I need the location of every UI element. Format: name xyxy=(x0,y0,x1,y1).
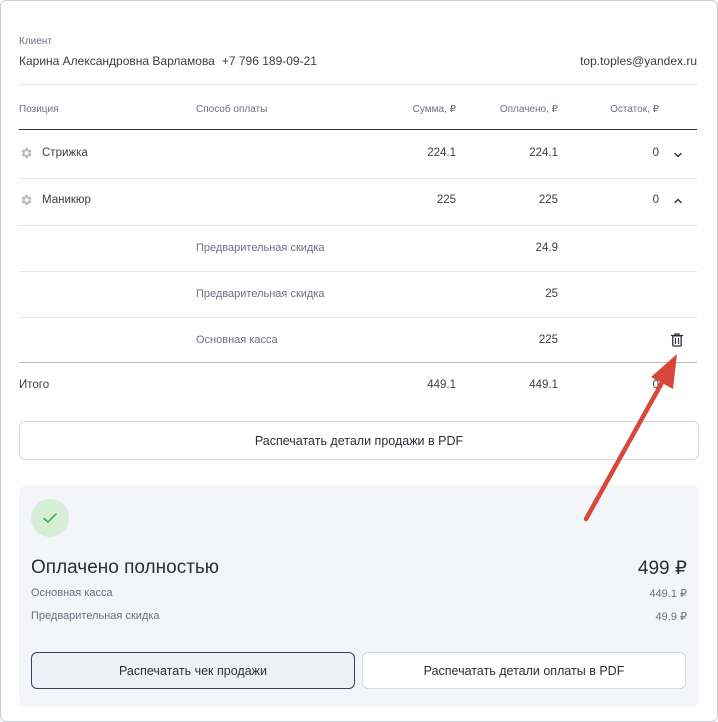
header-divider xyxy=(19,129,697,130)
subrow-method: Основная касса xyxy=(196,334,278,346)
header-paid: Оплачено, ₽ xyxy=(499,104,558,115)
row-sum: 224.1 xyxy=(427,147,456,159)
divider xyxy=(19,84,697,85)
total-label: Итого xyxy=(19,379,50,391)
subrow-paid: 25 xyxy=(545,288,558,300)
check-icon xyxy=(43,513,57,523)
chevron-down-icon[interactable] xyxy=(672,149,684,161)
subrow-method: Предварительная скидка xyxy=(196,288,325,300)
divider xyxy=(19,362,697,363)
divider xyxy=(19,178,697,179)
total-sum: 449.1 xyxy=(427,379,456,391)
subrow-method: Предварительная скидка xyxy=(196,242,325,254)
header-remainder: Остаток, ₽ xyxy=(610,104,659,115)
header-payment-method: Способ оплаты xyxy=(196,104,268,115)
header-sum: Сумма, ₽ xyxy=(412,104,456,115)
gear-icon xyxy=(21,194,32,206)
row-name: Маникюр xyxy=(42,194,91,206)
client-label: Клиент xyxy=(19,36,52,47)
client-email: top.toples@yandex.ru xyxy=(580,54,697,68)
breakdown-label: Основная касса xyxy=(31,587,113,599)
subrow-paid: 225 xyxy=(538,334,558,346)
row-remainder: 0 xyxy=(652,147,659,159)
payment-summary-panel: Оплачено полностью 499 ₽ Основная касса … xyxy=(19,485,699,707)
success-badge xyxy=(31,499,69,537)
print-sale-details-pdf-button[interactable]: Распечатать детали продажи в PDF xyxy=(19,421,699,460)
header-position: Позиция xyxy=(19,104,59,115)
print-payment-pdf-button[interactable]: Распечатать детали оплаты в PDF xyxy=(362,652,686,689)
total-paid: 449.1 xyxy=(529,379,558,391)
chevron-up-icon[interactable] xyxy=(672,195,684,207)
row-name: Стрижка xyxy=(42,147,88,159)
divider xyxy=(19,271,697,272)
row-paid: 224.1 xyxy=(529,147,558,159)
client-info: Карина Александровна Варламова +7 796 189… xyxy=(19,54,317,68)
breakdown-label: Предварительная скидка xyxy=(31,610,160,622)
row-paid: 225 xyxy=(538,194,558,206)
payment-total: 499 ₽ xyxy=(637,558,687,579)
divider xyxy=(19,317,697,318)
client-phone: +7 796 189-09-21 xyxy=(221,54,317,68)
gear-icon xyxy=(21,147,32,159)
divider xyxy=(19,225,697,226)
row-remainder: 0 xyxy=(652,194,659,206)
breakdown-value: 49.9 ₽ xyxy=(655,611,687,623)
sale-details-dialog: Клиент Карина Александровна Варламова +7 … xyxy=(0,0,718,722)
row-sum: 225 xyxy=(436,194,456,206)
print-receipt-button[interactable]: Распечатать чек продажи xyxy=(31,652,355,689)
total-remainder: 0 xyxy=(652,379,659,391)
trash-icon[interactable] xyxy=(669,332,685,348)
subrow-paid: 24.9 xyxy=(535,242,558,254)
breakdown-value: 449.1 ₽ xyxy=(649,588,687,600)
client-name: Карина Александровна Варламова xyxy=(19,54,215,68)
payment-status: Оплачено полностью xyxy=(31,557,220,578)
